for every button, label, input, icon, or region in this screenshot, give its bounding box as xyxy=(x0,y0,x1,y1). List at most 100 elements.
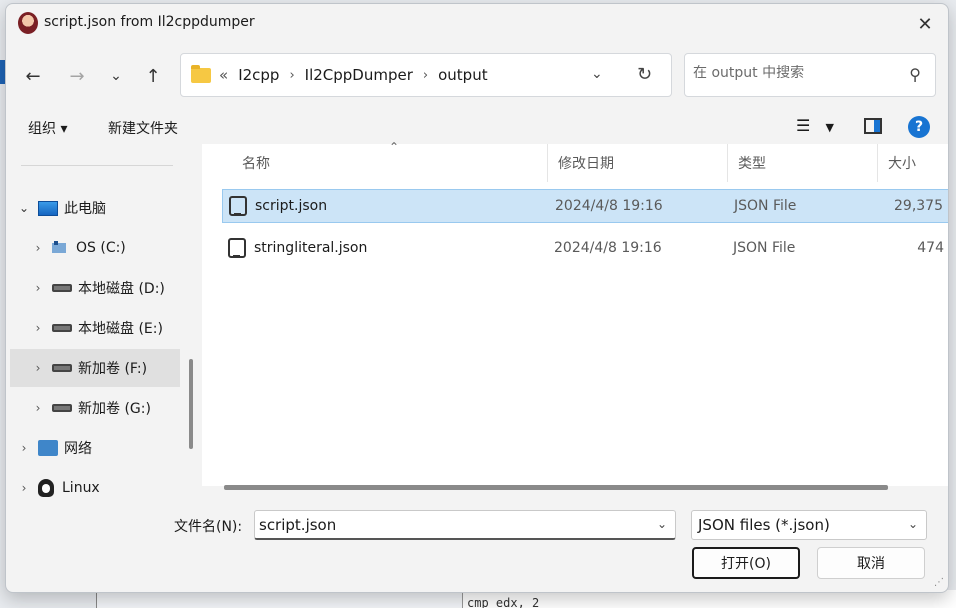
column-header-modified[interactable]: 修改日期 xyxy=(548,144,728,182)
window-title: script.json from Il2cppdumper xyxy=(44,14,255,30)
linux-icon xyxy=(38,479,54,497)
search-icon[interactable]: ⚲ xyxy=(909,65,921,84)
file-size: 29,375 xyxy=(894,198,943,214)
tree-item-label: 此电脑 xyxy=(64,201,106,217)
tree-item-drive-d[interactable]: › 本地磁盘 (D:) xyxy=(10,269,180,307)
cancel-button[interactable]: 取消 xyxy=(817,547,925,579)
tree-item-drive-g[interactable]: › 新加卷 (G:) xyxy=(10,389,180,427)
tree-item-label: OS (C:) xyxy=(76,240,126,256)
preview-pane-button[interactable] xyxy=(864,118,882,134)
chevron-down-icon[interactable]: ⌄ xyxy=(657,517,667,531)
column-header-name[interactable]: 名称 xyxy=(232,144,548,182)
list-view-icon: ☰ xyxy=(796,116,811,135)
chevron-right-icon[interactable]: › xyxy=(24,321,52,335)
file-modified: 2024/4/8 19:16 xyxy=(554,240,662,256)
tree-item-label: 本地磁盘 (E:) xyxy=(78,321,163,337)
filename-field[interactable]: ⌄ xyxy=(254,510,676,540)
breadcrumb-item-il2cppdumper[interactable]: Il2CppDumper xyxy=(305,66,413,84)
search-box[interactable]: ⚲ xyxy=(684,53,936,97)
filename-label: 文件名(N): xyxy=(174,519,243,535)
tree-item-label: 新加卷 (F:) xyxy=(78,361,148,377)
chevron-down-icon: ⌄ xyxy=(907,517,918,531)
column-header-size[interactable]: 大小 xyxy=(878,144,948,182)
tree-item-label: 本地磁盘 (D:) xyxy=(78,281,165,297)
breadcrumb: « I2cpp › Il2CppDumper › output xyxy=(219,66,488,84)
computer-icon xyxy=(38,200,58,216)
tree-item-drive-e[interactable]: › 本地磁盘 (E:) xyxy=(10,309,180,347)
file-name: stringliteral.json xyxy=(254,240,368,256)
breadcrumb-item-output[interactable]: output xyxy=(438,66,487,84)
tree-item-this-pc[interactable]: ⌄ 此电脑 xyxy=(10,189,180,227)
title-bar[interactable]: script.json from Il2cppdumper ✕ xyxy=(6,4,948,42)
resize-grip-icon[interactable]: ⋰ xyxy=(934,577,944,588)
chevron-right-icon[interactable]: › xyxy=(24,361,52,375)
drive-icon xyxy=(52,364,72,372)
search-input[interactable] xyxy=(693,65,893,81)
file-type-filter[interactable]: JSON files (*.json) ⌄ xyxy=(691,510,927,540)
close-icon: ✕ xyxy=(917,13,933,35)
file-row-stringliteral-json[interactable]: stringliteral.json 2024/4/8 19:16 JSON F… xyxy=(222,231,948,265)
breadcrumb-overflow[interactable]: « xyxy=(219,66,228,84)
tree-item-linux[interactable]: › Linux xyxy=(10,469,180,507)
organize-menu[interactable]: 组织 ▾ xyxy=(28,118,67,138)
recent-locations-button[interactable]: ⌄ xyxy=(101,61,131,91)
forward-button[interactable]: → xyxy=(62,61,92,91)
column-header-label: 修改日期 xyxy=(558,156,614,172)
help-button[interactable]: ? xyxy=(908,116,930,138)
back-button[interactable]: ← xyxy=(18,61,48,91)
file-modified: 2024/4/8 19:16 xyxy=(555,198,663,214)
file-type: JSON File xyxy=(734,198,797,214)
file-list[interactable]: ⌃ 名称 修改日期 类型 大小 script.json 2024/4/8 19:… xyxy=(202,140,948,490)
tree-item-label: 网络 xyxy=(64,441,92,457)
filename-input[interactable] xyxy=(259,516,639,534)
tree-item-label: 新加卷 (G:) xyxy=(78,401,151,417)
breadcrumb-item-i2cpp[interactable]: I2cpp xyxy=(238,66,279,84)
chevron-right-icon[interactable]: › xyxy=(24,401,52,415)
drive-icon xyxy=(52,324,72,332)
file-open-dialog: script.json from Il2cppdumper ✕ ← → ⌄ ↑ … xyxy=(5,3,949,593)
chevron-right-icon[interactable]: › xyxy=(423,68,428,83)
view-options-button[interactable]: ☰ ▼ xyxy=(796,116,834,135)
chevron-right-icon[interactable]: › xyxy=(24,281,52,295)
arrow-up-icon: ↑ xyxy=(145,65,161,87)
chevron-down-icon[interactable]: ⌄ xyxy=(10,201,38,215)
up-button[interactable]: ↑ xyxy=(138,61,168,91)
address-bar[interactable]: « I2cpp › Il2CppDumper › output ⌄ ↻ xyxy=(180,53,672,97)
column-header-type[interactable]: 类型 xyxy=(728,144,878,182)
refresh-icon[interactable]: ↻ xyxy=(637,64,652,85)
new-folder-button[interactable]: 新建文件夹 xyxy=(108,118,178,138)
divider xyxy=(21,165,173,166)
file-type: JSON File xyxy=(733,240,796,256)
navigation-pane[interactable]: ⌄ 此电脑 › OS (C:) › 本地磁盘 (D:) › 本地磁盘 (E:) … xyxy=(6,144,201,497)
tree-item-drive-c[interactable]: › OS (C:) xyxy=(10,229,180,267)
network-icon xyxy=(38,440,58,456)
drive-icon xyxy=(52,404,72,412)
navigation-scrollbar[interactable] xyxy=(189,359,193,449)
help-icon: ? xyxy=(908,116,930,138)
file-type-filter-value: JSON files (*.json) xyxy=(698,516,830,534)
tree-item-drive-f[interactable]: › 新加卷 (F:) xyxy=(10,349,180,387)
windows-drive-icon xyxy=(52,241,70,255)
chevron-right-icon[interactable]: › xyxy=(10,441,38,455)
file-list-scrollbar[interactable] xyxy=(224,485,888,490)
column-header-label: 类型 xyxy=(738,156,766,172)
chevron-right-icon[interactable]: › xyxy=(24,241,52,255)
app-icon xyxy=(18,12,38,34)
drive-icon xyxy=(52,284,72,292)
open-button[interactable]: 打开(O) xyxy=(692,547,800,579)
close-button[interactable]: ✕ xyxy=(910,10,940,38)
folder-icon xyxy=(191,65,211,83)
column-header-label: 大小 xyxy=(888,156,916,172)
address-history-dropdown-icon[interactable]: ⌄ xyxy=(591,66,603,82)
preview-pane-icon xyxy=(864,118,882,134)
tree-item-label: Linux xyxy=(62,480,100,496)
json-file-icon xyxy=(229,196,247,216)
chevron-right-icon[interactable]: › xyxy=(289,68,294,83)
column-header-label: 名称 xyxy=(242,156,270,172)
arrow-left-icon: ← xyxy=(25,65,41,87)
file-size: 474 xyxy=(917,240,944,256)
file-row-script-json[interactable]: script.json 2024/4/8 19:16 JSON File 29,… xyxy=(222,189,948,223)
tree-item-network[interactable]: › 网络 xyxy=(10,429,180,467)
chevron-down-icon: ▼ xyxy=(825,121,834,134)
chevron-right-icon[interactable]: › xyxy=(10,481,38,495)
